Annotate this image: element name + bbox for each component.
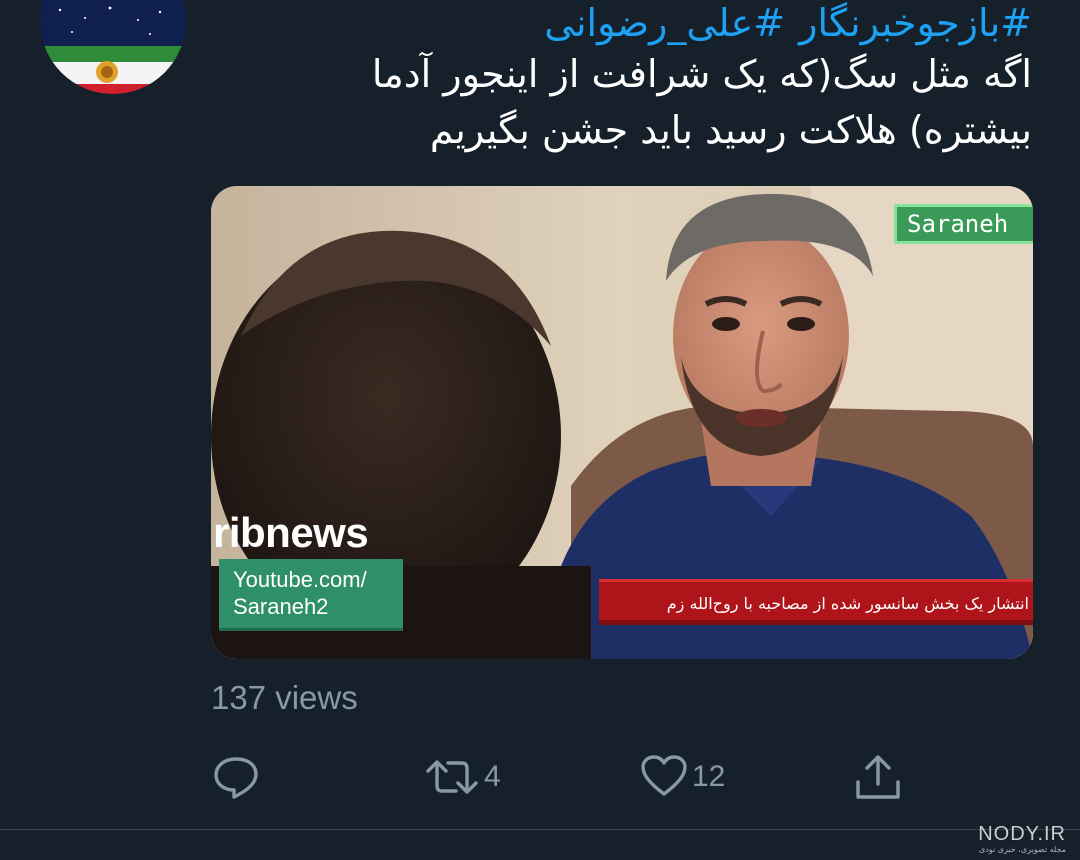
divider (0, 829, 1080, 830)
tweet-body-line: اگه مثل سگ(که یک شرافت از اینجور آدما (371, 52, 1032, 96)
video-player[interactable]: Saraneh ribnews Youtube.com/ Saraneh2 ان… (211, 186, 1033, 659)
heart-icon (641, 755, 687, 796)
retweet-icon (426, 760, 478, 794)
tweet-text: #بازجوخبرنگار #علی_رضوانی اگه مثل سگ(که ی… (320, 0, 1032, 158)
profile-avatar[interactable] (40, 0, 186, 94)
network-logo: ribnews (213, 509, 369, 556)
youtube-caption: Youtube.com/ Saraneh2 (219, 559, 403, 631)
channel-tag: Saraneh (894, 204, 1033, 244)
watermark-main: NODY.IR (978, 823, 1066, 845)
watermark-sub: مجله تصویری، خبری نودی (978, 845, 1066, 854)
like-button[interactable]: 12 (640, 754, 725, 800)
news-ticker: انتشار یک بخش سانسور شده از مصاحبه با رو… (599, 579, 1033, 625)
tweet-body-line: بیشتره) هلاکت رسید باید جشن بگیریم (429, 108, 1032, 152)
hashtag-link[interactable]: #علی_رضوانی (544, 1, 785, 45)
youtube-caption-line: Saraneh2 (233, 594, 329, 619)
hashtag-line: #بازجوخبرنگار #علی_رضوانی (320, 0, 1032, 46)
share-icon (856, 755, 900, 799)
iran-flag-avatar-image (40, 0, 186, 94)
share-button[interactable] (853, 754, 907, 800)
reply-button[interactable] (212, 754, 264, 800)
like-count: 12 (692, 760, 726, 793)
reply-icon (214, 757, 258, 799)
youtube-caption-line: Youtube.com/ (233, 567, 367, 592)
hashtag-link[interactable]: #بازجوخبرنگار (799, 1, 1032, 45)
retweet-count: 4 (484, 760, 501, 793)
view-count: 137 views (211, 679, 358, 716)
retweet-button[interactable]: 4 (424, 754, 501, 800)
watermark: NODY.IR مجله تصویری، خبری نودی (978, 823, 1066, 855)
